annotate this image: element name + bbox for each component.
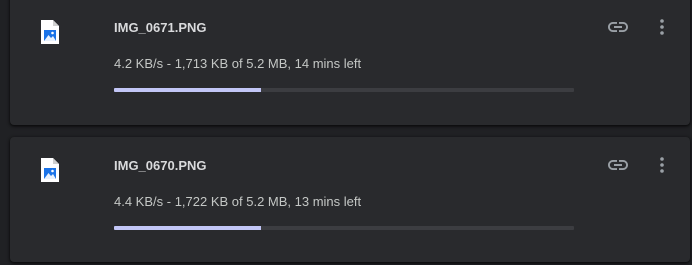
progress-bar-fill	[114, 226, 262, 230]
more-vert-icon[interactable]	[650, 15, 674, 39]
file-name-link[interactable]: IMG_0670.PNG	[114, 158, 207, 173]
image-file-icon[interactable]	[40, 157, 60, 183]
download-item: IMG_0670.PNG 4.4 KB/s - 1,722 KB of 5.2 …	[10, 137, 690, 262]
download-item: IMG_0671.PNG 4.2 KB/s - 1,713 KB of 5.2 …	[10, 0, 690, 125]
progress-bar	[114, 88, 574, 92]
progress-bar	[114, 226, 574, 230]
image-file-icon[interactable]	[40, 19, 60, 45]
download-status-text: 4.4 KB/s - 1,722 KB of 5.2 MB, 13 mins l…	[114, 194, 362, 209]
copy-link-icon[interactable]	[606, 153, 630, 177]
more-vert-icon[interactable]	[650, 153, 674, 177]
progress-bar-fill	[114, 88, 262, 92]
file-name-link[interactable]: IMG_0671.PNG	[114, 20, 207, 35]
download-status-text: 4.2 KB/s - 1,713 KB of 5.2 MB, 14 mins l…	[114, 56, 362, 71]
copy-link-icon[interactable]	[606, 15, 630, 39]
downloads-list: IMG_0671.PNG 4.2 KB/s - 1,713 KB of 5.2 …	[0, 0, 692, 265]
